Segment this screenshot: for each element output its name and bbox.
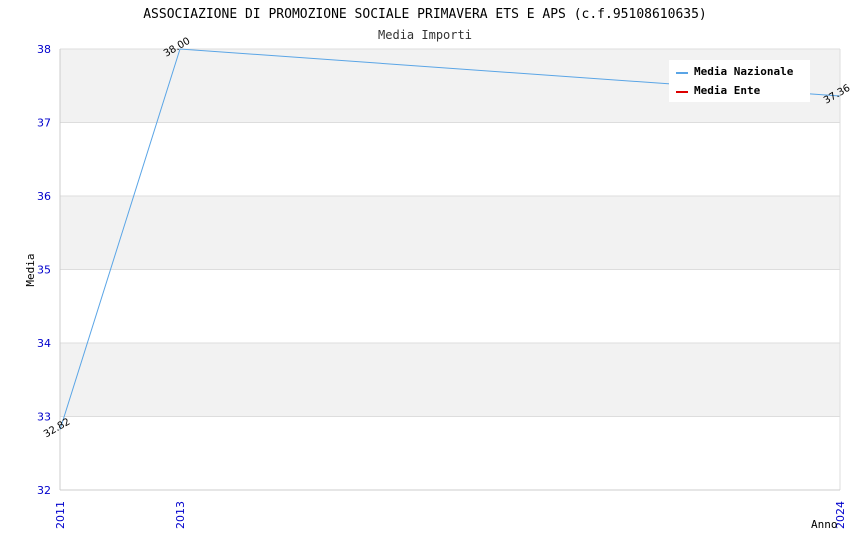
- y-tick-label: 34: [37, 337, 51, 350]
- legend-label-media-ente: Media Ente: [694, 84, 761, 97]
- x-tick-label: 2011: [54, 501, 67, 529]
- grid-band: [60, 343, 840, 417]
- chart-subtitle: Media Importi: [378, 28, 472, 42]
- grid-band: [60, 269, 840, 343]
- chart: 32333435363738 2011 2013 2024 32.8238.0037…: [24, 7, 850, 531]
- y-axis-label: Media: [24, 253, 37, 286]
- y-tick-label: 32: [37, 484, 51, 497]
- legend: Media Nazionale Media Ente: [669, 60, 810, 102]
- y-tick-label: 35: [37, 264, 51, 277]
- y-tick-label: 37: [37, 117, 51, 130]
- grid-band: [60, 416, 840, 490]
- y-tick-label: 36: [37, 190, 51, 203]
- x-tick-label: 2013: [174, 501, 187, 529]
- chart-title: ASSOCIAZIONE DI PROMOZIONE SOCIALE PRIMA…: [143, 7, 707, 22]
- grid-band: [60, 122, 840, 196]
- grid-band: [60, 196, 840, 270]
- y-tick-label: 33: [37, 411, 51, 424]
- x-tick-labels: 2011 2013 2024: [54, 501, 847, 529]
- x-axis-label: Anno: [811, 518, 838, 531]
- legend-label-media-nazionale: Media Nazionale: [694, 65, 794, 78]
- y-tick-label: 38: [37, 43, 51, 56]
